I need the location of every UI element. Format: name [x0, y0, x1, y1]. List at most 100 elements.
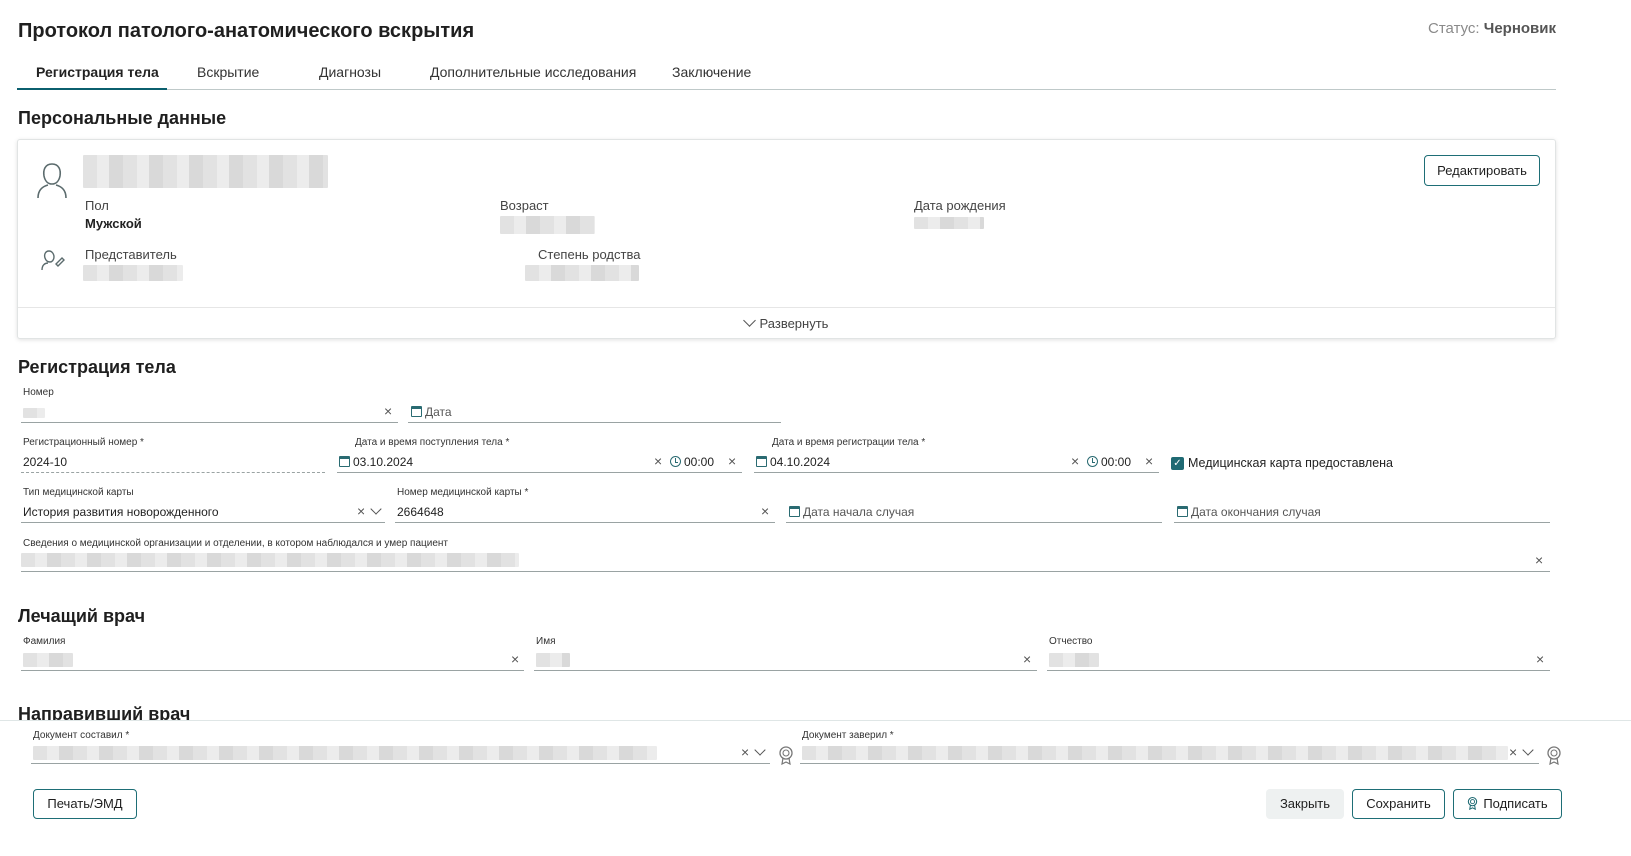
calendar-icon[interactable]: [411, 406, 422, 417]
status-label: Статус:: [1428, 20, 1480, 37]
status-value: Черновик: [1483, 20, 1556, 37]
clear-certified-by-icon[interactable]: ×: [1509, 744, 1517, 760]
calendar-icon[interactable]: [1177, 506, 1188, 517]
case-end-placeholder: Дата окончания случая: [1191, 505, 1321, 519]
number-value-redacted: [23, 408, 45, 418]
chevron-down-icon[interactable]: [754, 744, 766, 756]
certified-by-select[interactable]: ×: [800, 742, 1539, 764]
date-input[interactable]: Дата: [408, 401, 781, 423]
sign-button[interactable]: Подписать: [1453, 789, 1562, 819]
chevron-down-icon[interactable]: [1522, 744, 1534, 756]
chevron-down-icon: [742, 314, 756, 327]
card-number-value: 2664648: [397, 505, 444, 519]
card-type-label: Тип медицинской карты: [23, 487, 134, 498]
signature-seal-icon[interactable]: [1546, 745, 1562, 765]
date-placeholder: Дата: [425, 405, 452, 419]
registration-time-value: 00:00: [1101, 455, 1132, 469]
body-registration-title: Регистрация тела: [18, 357, 176, 377]
sign-button-label: Подписать: [1483, 796, 1548, 811]
case-end-date-input[interactable]: Дата окончания случая: [1174, 501, 1550, 523]
reg-number-value: 2024-10: [23, 455, 68, 469]
age-label: Возраст: [500, 198, 549, 213]
representative-label: Представитель: [85, 247, 177, 262]
card-type-value: История развития новорожденного: [23, 505, 219, 519]
clock-icon[interactable]: [1087, 456, 1098, 467]
attending-doctor-title: Лечащий врач: [18, 606, 146, 626]
print-emd-button[interactable]: Печать/ЭМД: [33, 789, 137, 819]
tab-body-registration[interactable]: Регистрация тела: [36, 64, 159, 80]
clear-patronymic-icon[interactable]: ×: [1536, 651, 1544, 667]
case-start-date-input[interactable]: Дата начала случая: [786, 501, 1162, 523]
card-number-input[interactable]: 2664648 ×: [395, 501, 775, 523]
expand-label: Развернуть: [759, 316, 829, 331]
clear-org-info-icon[interactable]: ×: [1535, 552, 1543, 568]
patronymic-input[interactable]: ×: [1047, 649, 1550, 671]
registration-datetime-input[interactable]: 04.10.2024 × 00:00 ×: [754, 451, 1159, 473]
name-redacted: [536, 653, 570, 667]
card-type-select[interactable]: История развития новорожденного ×: [21, 501, 385, 523]
tab-diagnoses[interactable]: Диагнозы: [319, 64, 381, 80]
case-start-placeholder: Дата начала случая: [803, 505, 915, 519]
composed-by-label: Документ составил *: [33, 730, 130, 741]
surname-input[interactable]: ×: [21, 649, 524, 671]
registration-date-value: 04.10.2024: [770, 455, 831, 469]
composed-by-redacted: [33, 746, 657, 760]
tab-bar: Регистрация тела Вскрытие Диагнозы Допол…: [17, 60, 1556, 90]
close-button[interactable]: Закрыть: [1266, 789, 1344, 819]
clear-name-icon[interactable]: ×: [1023, 651, 1031, 667]
arrival-time-value: 00:00: [684, 455, 715, 469]
clear-surname-icon[interactable]: ×: [511, 651, 519, 667]
clear-arrival-date-icon[interactable]: ×: [654, 453, 662, 469]
expand-toggle[interactable]: Развернуть: [18, 307, 1555, 339]
med-card-checkbox-label: Медицинская карта предоставлена: [1188, 456, 1394, 470]
clear-registration-date-icon[interactable]: ×: [1071, 453, 1079, 469]
clear-composed-by-icon[interactable]: ×: [741, 744, 749, 760]
calendar-icon[interactable]: [756, 456, 767, 467]
tab-additional-research[interactable]: Дополнительные исследования: [430, 64, 636, 80]
clear-arrival-time-icon[interactable]: ×: [728, 453, 736, 469]
arrival-date-value: 03.10.2024: [353, 455, 414, 469]
org-info-label: Сведения о медицинской организации и отд…: [23, 538, 449, 549]
med-card-checkbox[interactable]: ✓: [1171, 457, 1184, 470]
representative-icon: [41, 250, 65, 271]
patronymic-label: Отчество: [1049, 636, 1093, 647]
tab-autopsy[interactable]: Вскрытие: [197, 64, 259, 80]
sex-value: Мужской: [85, 216, 142, 231]
registration-datetime-label: Дата и время регистрации тела *: [772, 437, 926, 448]
patient-avatar-icon: [37, 163, 67, 199]
clear-registration-time-icon[interactable]: ×: [1145, 453, 1153, 469]
edit-button[interactable]: Редактировать: [1424, 155, 1540, 186]
save-button[interactable]: Сохранить: [1352, 789, 1445, 819]
surname-label: Фамилия: [23, 636, 66, 647]
clear-card-number-icon[interactable]: ×: [761, 503, 769, 519]
name-input[interactable]: ×: [534, 649, 1037, 671]
composed-by-select[interactable]: ×: [31, 742, 770, 764]
card-number-label: Номер медицинской карты *: [397, 487, 529, 498]
sex-label: Пол: [85, 198, 109, 213]
clock-icon[interactable]: [670, 456, 681, 467]
org-info-input[interactable]: ×: [21, 550, 1550, 572]
arrival-datetime-input[interactable]: 03.10.2024 × 00:00 ×: [337, 451, 742, 473]
bottom-action-bar: Документ составил * × Документ заверил *…: [0, 720, 1631, 856]
calendar-icon[interactable]: [339, 456, 350, 467]
clear-card-type-icon[interactable]: ×: [357, 503, 365, 519]
signature-seal-icon: [1468, 796, 1478, 811]
signature-seal-icon[interactable]: [778, 745, 794, 765]
birth-date-label: Дата рождения: [914, 198, 1006, 213]
org-info-redacted: [21, 553, 519, 567]
page-title: Протокол патолого-анатомического вскрыти…: [18, 20, 475, 42]
calendar-icon[interactable]: [789, 506, 800, 517]
reg-number-input[interactable]: 2024-10: [21, 451, 325, 473]
personal-data-card: Редактировать Пол Мужской Возраст Дата р…: [17, 139, 1556, 339]
tab-conclusion[interactable]: Заключение: [672, 64, 751, 80]
number-input[interactable]: ×: [21, 401, 398, 423]
chevron-down-icon[interactable]: [370, 503, 382, 515]
relation-redacted: [525, 265, 639, 281]
age-value-redacted: [500, 216, 595, 234]
personal-data-title: Персональные данные: [18, 108, 227, 128]
active-tab-indicator: [17, 88, 167, 90]
representative-redacted: [83, 265, 183, 281]
patronymic-redacted: [1049, 653, 1099, 667]
birth-date-redacted: [914, 217, 984, 229]
clear-number-icon[interactable]: ×: [384, 403, 392, 419]
